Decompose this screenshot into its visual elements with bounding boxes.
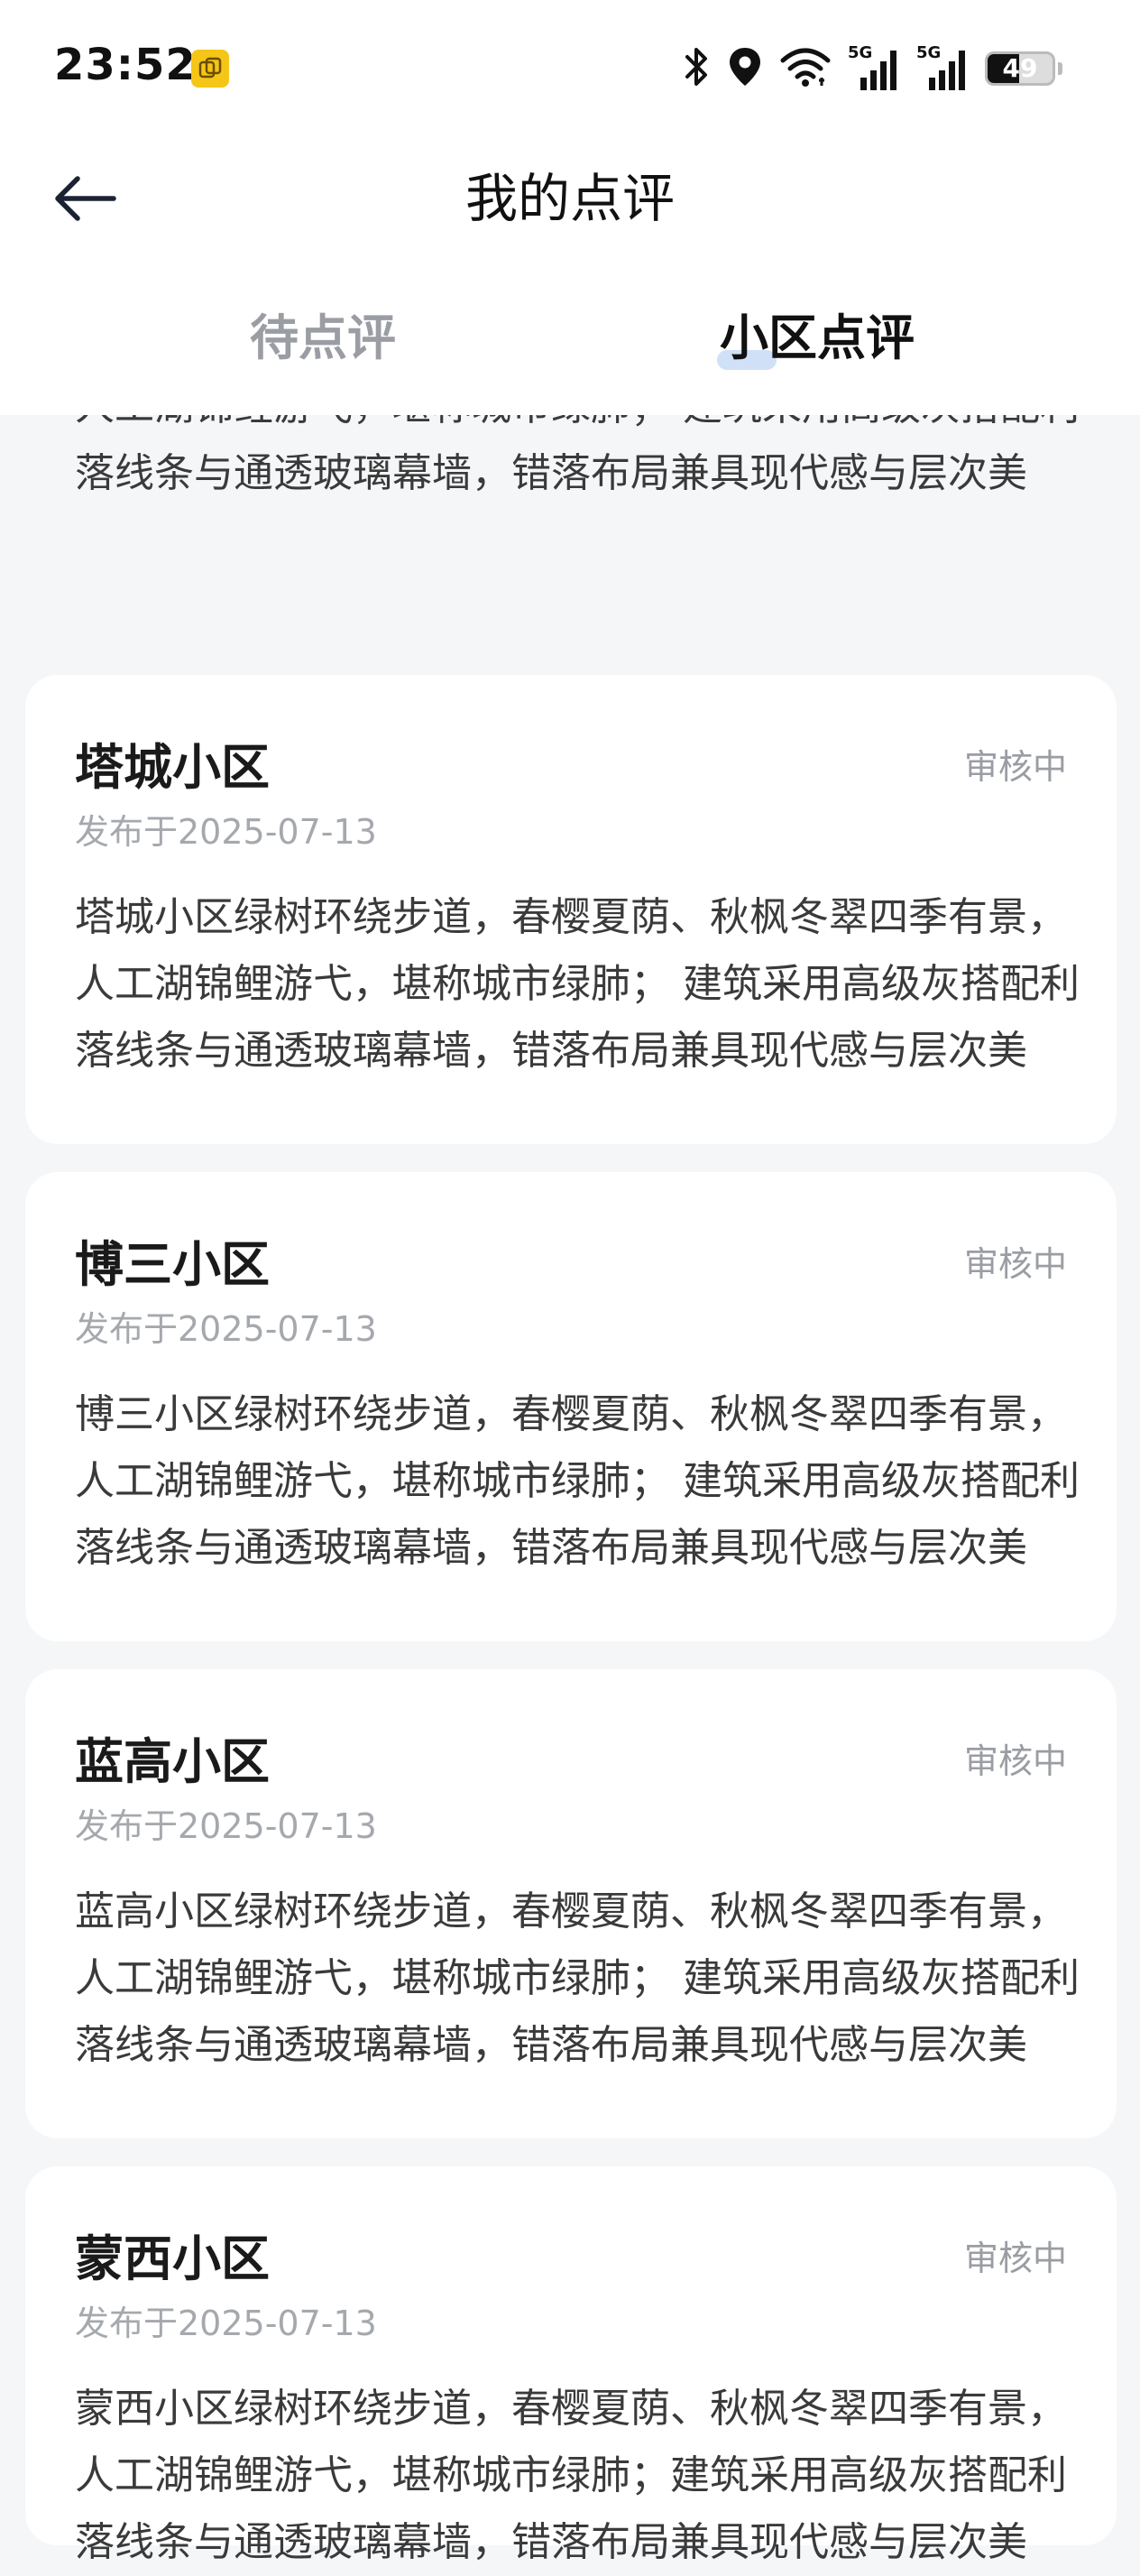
review-card[interactable]: 蒙西小区 审核中 发布于2025-07-13 蒙西小区绿树环绕步道，春樱夏荫、秋… [25,2166,1117,2565]
review-text: 蓝高小区绿树环绕步道，春樱夏荫、秋枫冬翠四季有景，人工湖锦鲤游弋，堪称城市绿肺；… [75,1888,1080,2068]
bluetooth-icon [684,46,711,91]
review-status: 审核中 [963,1741,1067,1781]
review-text: 塔城小区绿树环绕步道，春樱夏荫、秋枫冬翠四季有景，人工湖锦鲤游弋，堪称城市绿肺；… [75,894,1080,1074]
location-icon [727,46,763,91]
review-card[interactable]: 塔城小区 审核中 发布于2025-07-13 塔城小区绿树环绕步道，春樱夏荫、秋… [25,675,1117,1144]
tab-pending-review[interactable]: 待点评 [133,307,512,370]
app-notification-icon [191,50,229,88]
review-status: 审核中 [963,2239,1067,2278]
review-text: 博三小区绿树环绕步道，春樱夏荫、秋枫冬翠四季有景，人工湖锦鲤游弋，堪称城市绿肺；… [75,1391,1080,1571]
community-name: 塔城小区 [75,739,270,796]
status-time: 23:52 [54,40,197,90]
tab-label: 小区点评 [720,309,915,366]
tab-bar: 待点评 小区点评 [0,271,1140,388]
tab-community-review[interactable]: 小区点评 [628,307,1007,370]
community-name: 蒙西小区 [75,2230,270,2287]
status-icons: 5G 5G 49 [684,43,1062,94]
battery-tip [1058,62,1062,75]
battery-level: 49 [1002,53,1038,83]
review-text: 蒙西小区绿树环绕步道，春樱夏荫、秋枫冬翠四季有景，人工湖锦鲤游弋，堪称城市绿肺；… [75,2386,1067,2565]
review-card[interactable]: 博三小区 审核中 发布于2025-07-13 博三小区绿树环绕步道，春樱夏荫、秋… [25,1172,1117,1641]
battery-icon: 49 [985,51,1055,86]
header-area: 23:52 5G 5G 49 我的点评 待点评 小区点评 [0,0,1140,415]
cellular-signal-icon: 5G [916,43,969,94]
page-title: 我的点评 [464,168,675,229]
status-bar: 23:52 5G 5G 49 [0,0,1140,135]
publish-date: 发布于2025-07-13 [75,1309,377,1349]
community-name: 博三小区 [75,1236,270,1293]
review-card[interactable]: 蓝高小区 审核中 发布于2025-07-13 蓝高小区绿树环绕步道，春樱夏荫、秋… [25,1669,1117,2138]
publish-date: 发布于2025-07-13 [75,2304,377,2343]
community-name: 蓝高小区 [75,1733,270,1790]
tab-label: 待点评 [250,309,396,366]
nav-bar: 我的点评 [0,135,1140,262]
wifi-icon [779,46,832,91]
review-status: 审核中 [963,747,1067,787]
publish-date: 发布于2025-07-13 [75,1806,377,1846]
review-status: 审核中 [963,1244,1067,1284]
cellular-signal-icon: 5G [848,43,900,94]
publish-date: 发布于2025-07-13 [75,812,377,852]
